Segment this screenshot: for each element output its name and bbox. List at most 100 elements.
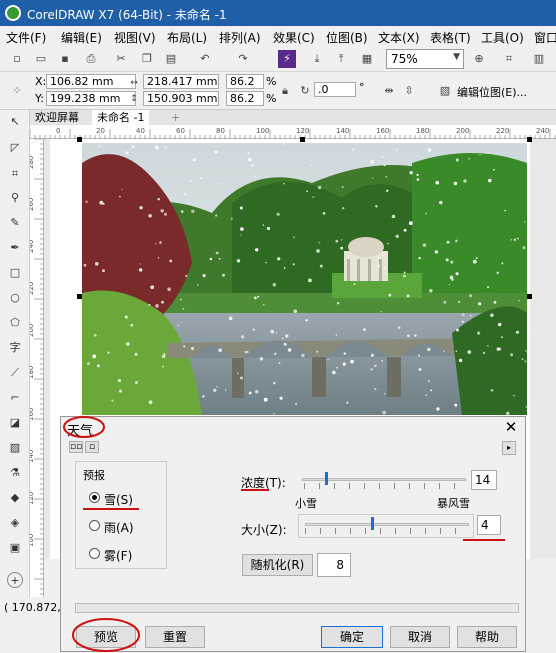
zoom-select[interactable]: 75% ▼ [386, 49, 464, 69]
ellipse-tool-icon[interactable]: ○ [7, 290, 23, 306]
ok-button[interactable]: 确定 [321, 626, 383, 648]
menu-effects[interactable]: 效果(C) [273, 29, 315, 46]
crop-tool-icon[interactable]: ⌗ [7, 166, 23, 182]
options-icon[interactable]: ▥ [530, 50, 548, 68]
paste-icon[interactable]: ▤ [162, 50, 180, 68]
zoom-tool-icon[interactable]: ⚲ [7, 190, 23, 206]
object-origin-icon[interactable]: ⁘ [8, 82, 26, 100]
undo-icon[interactable]: ↶ [196, 50, 214, 68]
ruler-tick-label: 240 [30, 240, 35, 253]
preview-annotation-circle [72, 618, 140, 652]
scale-height-field[interactable]: 86.2 [226, 91, 264, 106]
eyedropper-tool-icon[interactable]: ⚗ [7, 465, 23, 481]
scale-width-field[interactable]: 86.2 [226, 74, 264, 89]
drop-shadow-icon[interactable]: ◪ [7, 415, 23, 431]
outline-pen-icon[interactable]: ▣ [7, 540, 23, 556]
open-icon[interactable]: ▭ [32, 50, 50, 68]
artistic-media-icon[interactable]: ✒ [7, 240, 23, 256]
edit-bitmap-button[interactable]: 编辑位图(E)... [457, 84, 527, 100]
size-value-field[interactable]: 4 [477, 515, 501, 535]
menu-bar: 文件(F) 编辑(E) 视图(V) 布局(L) 排列(A) 效果(C) 位图(B… [0, 26, 556, 46]
selection-handle-ml[interactable] [77, 294, 82, 299]
tab-welcome[interactable]: 欢迎屏幕 [30, 110, 84, 125]
ruler-tick-label: 20 [96, 127, 105, 135]
menu-window[interactable]: 窗口 [534, 29, 556, 46]
size-slider[interactable] [305, 523, 469, 526]
selection-handle-tr[interactable] [527, 137, 532, 142]
expand-icon[interactable]: ▸ [502, 441, 516, 455]
single-preview-icon[interactable]: ▫ [85, 441, 99, 453]
menu-tools[interactable]: 工具(O) [481, 29, 524, 46]
print-icon[interactable]: ⎙ [82, 50, 100, 68]
cut-icon[interactable]: ✂ [112, 50, 130, 68]
new-document-icon[interactable]: ▫ [8, 50, 26, 68]
lock-ratio-icon[interactable]: 🔒︎ [276, 82, 294, 100]
split-preview-icon[interactable]: ▫▫ [69, 441, 83, 453]
add-tab-icon[interactable]: + [166, 110, 185, 125]
ruler-tick-label: 160 [376, 127, 389, 135]
add-tool-icon[interactable]: + [7, 572, 23, 588]
copy-icon[interactable]: ❐ [138, 50, 156, 68]
rectangle-tool-icon[interactable]: □ [7, 265, 23, 281]
size-slider-thumb[interactable] [370, 517, 374, 530]
smart-fill-icon[interactable]: ◈ [7, 515, 23, 531]
fog-option-label[interactable]: 雾(F) [104, 547, 132, 564]
rain-option-label[interactable]: 雨(A) [104, 519, 134, 536]
seed-field[interactable]: 8 [317, 553, 351, 577]
progress-bar [75, 603, 519, 613]
corel-connect-icon[interactable]: ⚡ [278, 50, 296, 68]
height-field[interactable]: 150.903 mm [143, 91, 219, 106]
cancel-button[interactable]: 取消 [390, 626, 450, 648]
menu-view[interactable]: 视图(V) [114, 29, 156, 46]
connector-tool-icon[interactable]: ⌐ [7, 390, 23, 406]
interactive-fill-icon[interactable]: ◆ [7, 490, 23, 506]
scale-height-unit: % [266, 92, 277, 105]
save-icon[interactable]: ▪ [56, 50, 74, 68]
selection-handle-tm[interactable] [300, 137, 305, 142]
fog-radio[interactable] [89, 548, 100, 559]
transparency-tool-icon[interactable]: ▨ [7, 440, 23, 456]
redo-icon[interactable]: ↷ [234, 50, 252, 68]
x-position-field[interactable]: 106.82 mm [46, 74, 136, 89]
selection-handle-mr[interactable] [527, 294, 532, 299]
menu-layout[interactable]: 布局(L) [167, 29, 207, 46]
width-field[interactable]: 218.417 mm [143, 74, 219, 89]
density-value-field[interactable]: 14 [471, 470, 497, 490]
pick-tool-icon[interactable]: ↖ [7, 114, 23, 130]
landscape-bitmap[interactable] [82, 143, 527, 415]
reset-button[interactable]: 重置 [145, 626, 205, 648]
tab-untitled[interactable]: 未命名 -1 [92, 110, 150, 125]
snap-to-icon[interactable]: ⌗ [500, 50, 518, 68]
freehand-tool-icon[interactable]: ✎ [7, 215, 23, 231]
help-button[interactable]: 帮助 [457, 626, 517, 648]
snow-option-label[interactable]: 雪(S) [104, 491, 133, 508]
rotation-field[interactable]: .0 [314, 82, 356, 97]
menu-file[interactable]: 文件(F) [6, 29, 46, 46]
text-tool-icon[interactable]: 字 [7, 340, 23, 356]
snow-radio[interactable] [89, 492, 100, 503]
mirror-h-icon[interactable]: ⇹ [380, 82, 398, 100]
horizontal-ruler: 0 20 40 60 80 100 120 140 160 180 200 220 240 [30, 125, 556, 139]
import-icon[interactable]: ⤓ [308, 50, 326, 68]
menu-table[interactable]: 表格(T) [430, 29, 471, 46]
polygon-tool-icon[interactable]: ⬠ [7, 315, 23, 331]
selection-handle-tl[interactable] [77, 137, 82, 142]
zoom-fit-icon[interactable]: ⊕ [470, 50, 488, 68]
publish-pdf-icon[interactable]: ▦ [358, 50, 376, 68]
menu-text[interactable]: 文本(X) [378, 29, 420, 46]
menu-arrange[interactable]: 排列(A) [219, 29, 261, 46]
menu-bitmaps[interactable]: 位图(B) [326, 29, 368, 46]
rain-radio[interactable] [89, 520, 100, 531]
ruler-tick-label: 100 [30, 534, 35, 547]
menu-edit[interactable]: 编辑(E) [61, 29, 102, 46]
density-slider-thumb[interactable] [324, 472, 328, 485]
randomize-button[interactable]: 随机化(R) [242, 554, 313, 576]
parallel-dimension-icon[interactable]: ⟋ [7, 365, 23, 381]
shape-tool-icon[interactable]: ◸ [7, 140, 23, 156]
export-icon[interactable]: ⤒ [332, 50, 350, 68]
y-position-field[interactable]: 199.238 mm [46, 91, 136, 106]
ruler-tick-label: 240 [536, 127, 549, 135]
mirror-v-icon[interactable]: ⇳ [400, 82, 418, 100]
close-icon[interactable]: ✕ [503, 419, 519, 435]
forecast-label: 预报 [83, 469, 105, 482]
